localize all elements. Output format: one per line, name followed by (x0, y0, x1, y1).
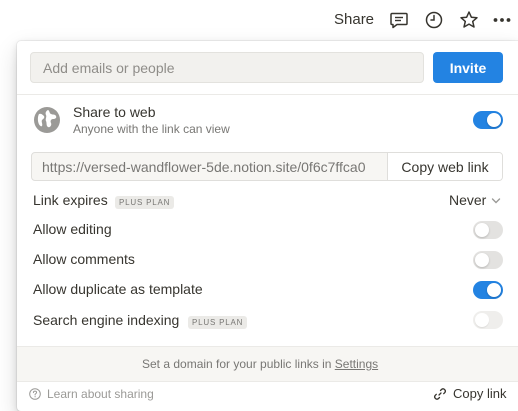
allow-duplicate-toggle[interactable] (473, 281, 503, 299)
link-icon (434, 387, 446, 400)
allow-editing-label: Allow editing (33, 221, 112, 237)
share-button[interactable]: Share (334, 11, 374, 28)
toggle-knob (475, 223, 489, 237)
share-to-web-toggle[interactable] (473, 111, 503, 129)
copy-link-label: Copy link (453, 386, 507, 401)
custom-domain-prefix: Set a domain for your public links in (142, 357, 335, 371)
share-popover: Invite Share to web Anyone with the link… (17, 41, 518, 411)
copy-link-button[interactable]: Copy link (433, 386, 506, 401)
toggle-knob (487, 113, 501, 127)
more-icon[interactable] (491, 9, 513, 31)
share-to-web-subtitle: Anyone with the link can view (73, 122, 230, 136)
copy-web-link-button[interactable]: Copy web link (387, 153, 502, 180)
search-indexing-label: Search engine indexing (33, 312, 180, 328)
learn-about-sharing-label: Learn about sharing (47, 387, 154, 401)
allow-comments-toggle[interactable] (473, 251, 503, 269)
invite-row: Invite (17, 41, 518, 95)
help-icon (29, 388, 41, 400)
chevron-down-icon[interactable] (491, 197, 501, 205)
allow-duplicate-label: Allow duplicate as template (33, 281, 203, 297)
toggle-knob (475, 313, 489, 327)
allow-comments-label: Allow comments (33, 251, 135, 267)
plus-plan-badge: PLUS PLAN (115, 196, 175, 209)
settings-link[interactable]: Settings (335, 357, 378, 371)
star-icon[interactable] (458, 9, 480, 31)
learn-about-sharing-link[interactable]: Learn about sharing (29, 387, 154, 401)
web-link-url[interactable]: https://versed-wandflower-5de.notion.sit… (42, 159, 388, 175)
custom-domain-text: Set a domain for your public links in Se… (142, 357, 378, 371)
link-expires-label: Link expires (33, 192, 108, 208)
toggle-knob (487, 283, 501, 297)
allow-editing-toggle[interactable] (473, 221, 503, 239)
custom-domain-band: Set a domain for your public links in Se… (17, 346, 518, 382)
link-expires-select[interactable]: Never (449, 192, 486, 208)
search-indexing-toggle (473, 311, 503, 329)
share-to-web-title: Share to web (73, 104, 156, 120)
history-icon[interactable] (423, 9, 445, 31)
plus-plan-badge: PLUS PLAN (188, 316, 248, 329)
invite-email-input[interactable] (30, 52, 424, 83)
page-topbar: Share (0, 0, 518, 40)
comment-icon[interactable] (388, 9, 410, 31)
globe-icon (34, 107, 60, 133)
toggle-knob (475, 253, 489, 267)
web-link-box: https://versed-wandflower-5de.notion.sit… (31, 152, 503, 181)
invite-button[interactable]: Invite (433, 52, 503, 83)
